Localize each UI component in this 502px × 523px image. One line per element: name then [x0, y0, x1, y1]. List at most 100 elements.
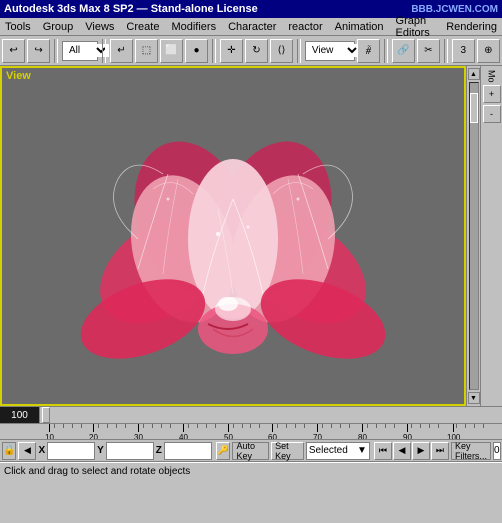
ruler-minor-tick	[394, 424, 395, 428]
ruler-label: 50	[224, 433, 233, 440]
bottom-controls: 🔒 ◀ X Y Z 🔑 Auto Key Set Key Selected ▼	[0, 440, 502, 462]
tb-lasso[interactable]: ⬜	[160, 39, 183, 63]
ruler-label: 40	[179, 433, 188, 440]
ruler-label: 80	[358, 433, 367, 440]
ruler-minor-tick	[304, 424, 305, 428]
scroll-down-btn[interactable]: ▼	[468, 392, 480, 404]
ruler-tick-minor	[304, 424, 305, 428]
play-fwd-btn[interactable]: ▶	[412, 442, 430, 460]
tb-region-select[interactable]: ⬚	[135, 39, 158, 63]
tb-unlink[interactable]: ✂	[417, 39, 440, 63]
scroll-thumb[interactable]	[470, 93, 478, 123]
tb-scale[interactable]: ⟨⟩	[270, 39, 293, 63]
ruler-tick-minor	[233, 424, 234, 428]
menu-tools[interactable]: Tools	[2, 21, 34, 33]
ruler-label: 20	[89, 433, 98, 440]
lock-button[interactable]: 🔒	[2, 442, 16, 460]
tb-redo[interactable]: ↪	[27, 39, 50, 63]
y-field[interactable]	[106, 442, 154, 460]
tb-mirror[interactable]: ⧤	[357, 39, 380, 63]
ruler-tick-minor	[116, 424, 117, 428]
frame-number[interactable]: 0	[493, 442, 501, 460]
menu-modifiers[interactable]: Modifiers	[168, 21, 219, 33]
rp-btn1[interactable]: +	[483, 85, 501, 103]
ruler-mark-70: 70	[313, 424, 322, 440]
y-label: Y	[97, 445, 104, 456]
menu-views[interactable]: Views	[82, 21, 117, 33]
status-text: Click and drag to select and rotate obje…	[4, 466, 498, 477]
ruler-tick	[362, 424, 363, 432]
menu-bar: Tools Group Views Create Modifiers Chara…	[0, 18, 502, 36]
ruler-label: 10	[45, 433, 54, 440]
scroll-bar[interactable]	[469, 82, 479, 390]
ruler-minor-tick	[63, 424, 64, 428]
all-dropdown[interactable]: All None	[62, 41, 98, 61]
viewport[interactable]: View	[0, 66, 466, 406]
key-icon-btn[interactable]: 🔑	[216, 442, 231, 460]
next-frame-btn[interactable]: ⏭	[431, 442, 449, 460]
time-slider[interactable]	[40, 407, 502, 423]
tb-rotate[interactable]: ↻	[245, 39, 268, 63]
view-dropdown[interactable]: View Screen World	[305, 41, 355, 61]
play-back-btn[interactable]: ◀	[393, 442, 411, 460]
ruler-label: 30	[134, 433, 143, 440]
setkey-button[interactable]: Set Key	[271, 442, 304, 460]
title-website: BBB.JCWEN.COM	[411, 4, 498, 15]
scroll-up-btn[interactable]: ▲	[468, 68, 480, 80]
ruler-mark-10: 10	[45, 424, 54, 440]
menu-create[interactable]: Create	[123, 21, 162, 33]
ruler-tick-minor	[331, 424, 332, 428]
ruler-tick-minor	[161, 424, 162, 428]
menu-graph-editors[interactable]: Graph Editors	[393, 15, 438, 39]
ruler-tick-minor	[349, 424, 350, 428]
rp-btn2[interactable]: -	[483, 105, 501, 123]
prev-frame-btn[interactable]: ⏮	[374, 442, 392, 460]
ruler-minor-tick	[215, 424, 216, 428]
time-slider-thumb[interactable]	[42, 407, 50, 423]
title-text: Autodesk 3ds Max 8 SP2 — Stand-alone Lic…	[4, 3, 411, 15]
autokey-button[interactable]: Auto Key	[232, 442, 269, 460]
tb-select[interactable]: ↵	[110, 39, 133, 63]
z-field[interactable]	[164, 442, 212, 460]
tb-sep5	[384, 39, 388, 63]
menu-character[interactable]: Character	[225, 21, 279, 33]
tb-move[interactable]: ✛	[220, 39, 243, 63]
ruler-minor-tick	[259, 424, 260, 428]
menu-rendering[interactable]: Rendering	[443, 21, 500, 33]
ruler-mark-80: 80	[358, 424, 367, 440]
xyz-area: ◀ X Y Z	[18, 442, 211, 460]
time-current: 100	[0, 407, 40, 423]
ruler-minor-tick	[54, 424, 55, 428]
ruler-minor-tick	[385, 424, 386, 428]
pos-left-btn[interactable]: ◀	[18, 442, 36, 460]
tb-sep3	[212, 39, 216, 63]
ruler-tick-minor	[474, 424, 475, 428]
ruler-tick-minor	[215, 424, 216, 428]
ruler-tick-minor	[98, 424, 99, 428]
menu-animation[interactable]: Animation	[332, 21, 387, 33]
tb-num3[interactable]: 3	[452, 39, 475, 63]
ruler-tick-minor	[286, 424, 287, 428]
ruler-tick-minor	[81, 424, 82, 428]
tb-link[interactable]: 🔗	[392, 39, 415, 63]
tb-paint[interactable]: ●	[185, 39, 208, 63]
ruler-label: 100	[447, 433, 460, 440]
selected-dropdown[interactable]: Selected ▼	[306, 442, 370, 460]
ruler-tick-minor	[340, 424, 341, 428]
ruler-minor-tick	[170, 424, 171, 428]
ruler-minor-tick	[188, 424, 189, 428]
ruler-minor-tick	[411, 424, 412, 428]
ruler-tick-minor	[420, 424, 421, 428]
tb-undo[interactable]: ↩	[2, 39, 25, 63]
view-select[interactable]: View Screen World	[308, 44, 360, 57]
status-bar: Click and drag to select and rotate obje…	[0, 462, 502, 480]
tb-extra1[interactable]: ⊕	[477, 39, 500, 63]
menu-group[interactable]: Group	[40, 21, 77, 33]
menu-reactor[interactable]: reactor	[285, 21, 325, 33]
ruler-minor-tick	[107, 424, 108, 428]
x-field[interactable]	[47, 442, 95, 460]
keyfilters-button[interactable]: Key Filters...	[451, 442, 491, 460]
ruler-minor-tick	[125, 424, 126, 428]
ruler-minor-tick	[340, 424, 341, 428]
ruler-tick-minor	[152, 424, 153, 428]
